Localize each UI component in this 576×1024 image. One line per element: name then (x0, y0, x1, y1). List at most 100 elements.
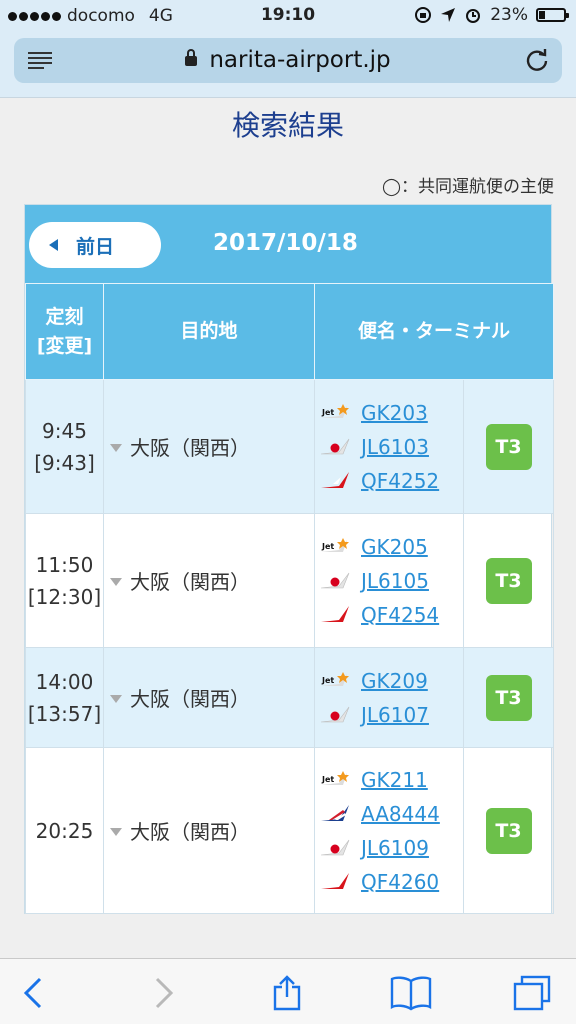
caret-down-icon[interactable] (110, 578, 122, 586)
flight-entry: QF4252 (319, 464, 463, 498)
flight-row: 20:25 大阪（関西） Jet GK211 AA8444 JL6109 QF4260 T3 (25, 747, 555, 914)
flight-number-link[interactable]: JL6105 (361, 569, 429, 593)
flight-entry: Jet GK209 (319, 664, 463, 698)
current-date: 2017/10/18 (213, 230, 358, 256)
flight-number-link[interactable]: JL6103 (361, 435, 429, 459)
scheduled-time: 20:25 (35, 818, 94, 843)
flight-number-link[interactable]: AA8444 (361, 802, 440, 826)
flight-entry: Jet GK203 (319, 396, 463, 430)
flight-entry: JL6103 (319, 430, 463, 464)
flight-number-link[interactable]: QF4252 (361, 469, 439, 493)
qantas-logo-icon (319, 470, 351, 492)
jal-logo-icon (319, 837, 351, 859)
flight-number-link[interactable]: GK205 (361, 535, 428, 559)
departure-time-cell: 11:50 [12:30] (25, 513, 104, 648)
flight-entry: JL6105 (319, 564, 463, 598)
caret-down-icon[interactable] (110, 444, 122, 452)
svg-text:Jet: Jet (321, 542, 334, 551)
jetstar-logo-icon: Jet (319, 536, 351, 558)
destination-cell[interactable]: 大阪（関西） (103, 747, 315, 914)
flight-entry: QF4254 (319, 598, 463, 632)
flight-entry: JL6107 (319, 698, 463, 732)
status-bar: docomo 4G 19:10 23% (0, 0, 576, 32)
forward-arrow-icon[interactable] (145, 975, 179, 1011)
flights-cell: Jet GK203 JL6103 QF4252 (314, 379, 464, 514)
scheduled-time: 11:50 (35, 552, 94, 577)
destination-name: 大阪（関西） (130, 570, 250, 594)
qantas-logo-icon (319, 871, 351, 893)
alarm-icon (466, 9, 481, 23)
changed-time: [13:57] (27, 701, 102, 726)
flights-cell: Jet GK211 AA8444 JL6109 QF4260 (314, 747, 464, 914)
departures-table: 定刻 [変更] 目的地 便名・ターミナル 9:45 [9:43] 大阪（関西） Jet G… (25, 283, 555, 914)
previous-day-button[interactable]: 前日 (29, 222, 161, 268)
destination-cell[interactable]: 大阪（関西） (103, 513, 315, 648)
bookmarks-icon[interactable] (390, 975, 432, 1011)
url-text[interactable]: narita-airport.jp (209, 47, 390, 73)
departure-time-cell: 20:25 (25, 747, 104, 914)
flights-cell: Jet GK205 JL6105 QF4254 (314, 513, 464, 648)
header-time-scheduled: 定刻 (45, 306, 84, 328)
flight-number-link[interactable]: GK203 (361, 401, 428, 425)
caret-down-icon[interactable] (110, 695, 122, 703)
flight-entry: QF4260 (319, 865, 463, 899)
flight-row: 11:50 [12:30] 大阪（関西） Jet GK205 JL6105 QF4254 T3 (25, 513, 555, 648)
page-title: 検索結果 (231, 109, 344, 142)
flight-number-link[interactable]: GK211 (361, 768, 428, 792)
back-arrow-icon[interactable] (18, 975, 52, 1011)
flight-number-link[interactable]: QF4254 (361, 603, 439, 627)
terminal-cell: T3 (462, 379, 555, 514)
terminal-cell: T3 (462, 513, 555, 648)
flight-entry: Jet GK211 (319, 763, 463, 797)
destination-name: 大阪（関西） (130, 436, 250, 460)
browser-chrome: docomo 4G 19:10 23% narita-airport.jp (0, 0, 576, 98)
flight-row: 9:45 [9:43] 大阪（関西） Jet GK203 JL6103 QF4252 T3 (25, 379, 555, 514)
jetstar-logo-icon: Jet (319, 769, 351, 791)
reload-icon[interactable] (524, 47, 550, 73)
flight-entry: Jet GK205 (319, 530, 463, 564)
flight-number-link[interactable]: QF4260 (361, 870, 439, 894)
jetstar-logo-icon: Jet (319, 402, 351, 424)
previous-day-label: 前日 (76, 235, 115, 258)
flight-entry: AA8444 (319, 797, 463, 831)
departure-time-cell: 14:00 [13:57] (25, 647, 104, 748)
browser-toolbar (0, 958, 576, 1024)
battery-icon (536, 8, 569, 22)
scheduled-time: 14:00 (35, 669, 94, 694)
american-logo-icon (319, 803, 351, 825)
jetstar-logo-icon: Jet (319, 670, 351, 692)
departure-time-cell: 9:45 [9:43] (25, 379, 104, 514)
svg-text:Jet: Jet (321, 775, 334, 784)
codeshare-legend: ◯：共同運航便の主便 (381, 177, 554, 197)
location-icon (441, 8, 456, 22)
destination-cell[interactable]: 大阪（関西） (103, 647, 315, 748)
caret-down-icon[interactable] (110, 828, 122, 836)
terminal-badge: T3 (485, 423, 532, 470)
header-destination: 目的地 (103, 283, 315, 380)
flight-row: 14:00 [13:57] 大阪（関西） Jet GK209 JL6107 T3 (25, 647, 555, 748)
header-flight-terminal: 便名・ターミナル (313, 283, 555, 380)
destination-cell[interactable]: 大阪（関西） (103, 379, 315, 514)
battery-percent: 23% (490, 5, 528, 25)
destination-name: 大阪（関西） (130, 820, 250, 844)
share-icon[interactable] (270, 975, 304, 1011)
flight-number-link[interactable]: JL6107 (361, 703, 429, 727)
left-triangle-icon (49, 239, 58, 251)
svg-text:Jet: Jet (321, 408, 334, 417)
tabs-icon[interactable] (512, 975, 552, 1011)
rotation-lock-icon (415, 7, 432, 23)
changed-time: [12:30] (27, 584, 102, 609)
flight-number-link[interactable]: JL6109 (361, 836, 429, 860)
jal-logo-icon (319, 570, 351, 592)
scheduled-time: 9:45 (42, 418, 87, 443)
terminal-cell: T3 (462, 647, 555, 748)
destination-name: 大阪（関西） (130, 687, 250, 711)
header-time-changed: [変更] (36, 334, 93, 357)
address-bar[interactable]: narita-airport.jp (14, 38, 562, 83)
jal-logo-icon (319, 436, 351, 458)
terminal-badge: T3 (485, 557, 532, 604)
date-bar: 前日 2017/10/18 (25, 205, 551, 283)
results-panel: 前日 2017/10/18 定刻 [変更] 目的地 便名・ターミナル 9:45 [9… (24, 204, 555, 914)
terminal-badge: T3 (485, 807, 532, 854)
flight-number-link[interactable]: GK209 (361, 669, 428, 693)
